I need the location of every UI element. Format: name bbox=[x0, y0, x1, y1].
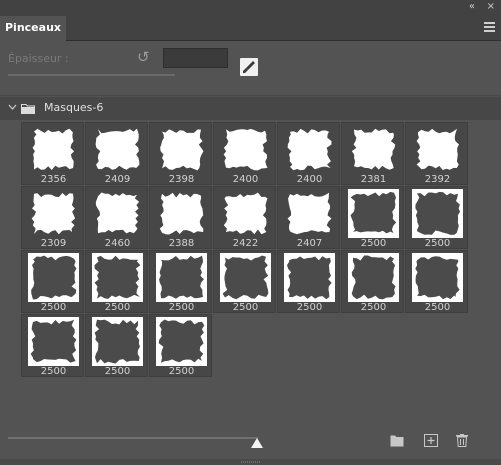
brush-size-label: 2500 bbox=[424, 238, 451, 249]
thickness-slider[interactable] bbox=[8, 74, 175, 76]
brush-tip-preview bbox=[95, 128, 140, 170]
brush-size-label: 2500 bbox=[104, 302, 131, 313]
brush-size-label: 2500 bbox=[232, 302, 259, 313]
brush-tile[interactable]: 2356 bbox=[21, 122, 84, 185]
brush-tip-preview bbox=[220, 253, 271, 302]
brush-size-label: 2460 bbox=[104, 238, 131, 249]
brush-size-label: 2392 bbox=[424, 174, 451, 185]
brush-tile[interactable]: 2392 bbox=[405, 122, 468, 185]
brush-size-label: 2356 bbox=[40, 174, 67, 185]
brush-size-label: 2409 bbox=[104, 174, 131, 185]
brush-tile[interactable]: 2500 bbox=[149, 314, 212, 377]
reset-icon[interactable]: ↺ bbox=[137, 49, 150, 65]
brush-size-label: 2400 bbox=[232, 174, 259, 185]
brush-tile[interactable]: 2409 bbox=[85, 122, 148, 185]
brush-tile[interactable]: 2500 bbox=[21, 314, 84, 377]
brush-tip-preview bbox=[287, 128, 332, 171]
brush-size-label: 2500 bbox=[360, 302, 387, 313]
brush-size-label: 2500 bbox=[40, 302, 67, 313]
brush-tip-preview bbox=[284, 253, 335, 302]
brush-tip-preview bbox=[223, 192, 268, 235]
resize-grip[interactable] bbox=[241, 461, 261, 463]
brush-tip-preview bbox=[412, 189, 463, 238]
brush-tile[interactable]: 2400 bbox=[213, 122, 276, 185]
new-group-icon[interactable] bbox=[390, 434, 404, 447]
brush-tip-preview bbox=[348, 189, 399, 238]
brush-tile[interactable]: 2500 bbox=[149, 250, 212, 313]
brush-tip-preview bbox=[416, 128, 459, 170]
brush-size-label: 2381 bbox=[360, 174, 387, 185]
brush-tip-preview bbox=[159, 192, 204, 235]
brush-tile[interactable]: 2381 bbox=[341, 122, 404, 185]
thickness-input[interactable] bbox=[163, 48, 228, 68]
brush-size-label: 2500 bbox=[104, 366, 131, 377]
brush-tip-preview bbox=[95, 192, 140, 234]
brush-tile[interactable]: 2460 bbox=[85, 186, 148, 249]
chevron-down-icon[interactable] bbox=[8, 103, 17, 112]
brush-tile[interactable]: 2500 bbox=[213, 250, 276, 313]
collapse-panel-icon[interactable]: « bbox=[469, 0, 475, 14]
panel-menu-icon[interactable] bbox=[484, 22, 495, 34]
brush-tip-preview bbox=[92, 253, 143, 302]
brush-tile[interactable]: 2407 bbox=[277, 186, 340, 249]
brush-tip-preview bbox=[28, 317, 79, 366]
brush-tile[interactable]: 2400 bbox=[277, 122, 340, 185]
brush-tile[interactable]: 2500 bbox=[405, 186, 468, 249]
brush-tile[interactable]: 2398 bbox=[149, 122, 212, 185]
brush-tile[interactable]: 2500 bbox=[85, 314, 148, 377]
brush-size-label: 2422 bbox=[232, 238, 259, 249]
brush-tile[interactable]: 2422 bbox=[213, 186, 276, 249]
brush-tile[interactable]: 2500 bbox=[405, 250, 468, 313]
brush-size-label: 2500 bbox=[40, 366, 67, 377]
panel-titlebar: « × bbox=[0, 0, 501, 16]
brush-tip-preview bbox=[223, 128, 268, 171]
brush-tip-preview bbox=[412, 253, 463, 302]
brush-size-label: 2388 bbox=[168, 238, 195, 249]
brush-tile[interactable]: 2500 bbox=[85, 250, 148, 313]
brush-tip-preview bbox=[156, 317, 207, 366]
brush-tip-preview bbox=[351, 128, 396, 170]
brush-tile[interactable]: 2500 bbox=[277, 250, 340, 313]
brush-size-label: 2500 bbox=[296, 302, 323, 313]
close-panel-icon[interactable]: × bbox=[487, 0, 495, 14]
brush-tile[interactable]: 2500 bbox=[21, 250, 84, 313]
brush-group-row[interactable]: Masques-6 bbox=[0, 97, 501, 120]
brush-tile[interactable]: 2309 bbox=[21, 186, 84, 249]
brush-settings-icon[interactable] bbox=[240, 58, 258, 76]
brush-size-label: 2500 bbox=[360, 238, 387, 249]
brush-size-label: 2500 bbox=[168, 302, 195, 313]
brush-tip-preview bbox=[156, 253, 207, 302]
thickness-label: Épaisseur : bbox=[8, 52, 69, 65]
trash-icon[interactable] bbox=[455, 434, 469, 447]
brush-size-label: 2398 bbox=[168, 174, 195, 185]
panel-tabbar: Pinceaux bbox=[0, 16, 501, 41]
brush-tip-preview bbox=[28, 253, 79, 302]
brush-tip-preview bbox=[31, 193, 76, 235]
brush-tile[interactable]: 2500 bbox=[341, 250, 404, 313]
preview-size-slider[interactable] bbox=[8, 437, 258, 439]
brush-group-name: Masques-6 bbox=[44, 101, 104, 114]
brush-tip-preview bbox=[287, 192, 332, 235]
brush-size-label: 2309 bbox=[40, 238, 67, 249]
brush-size-label: 2400 bbox=[296, 174, 323, 185]
brush-tip-preview bbox=[92, 317, 143, 366]
brush-size-label: 2407 bbox=[296, 238, 323, 249]
brush-tip-preview bbox=[160, 129, 204, 171]
folder-icon bbox=[21, 104, 35, 114]
brush-size-label: 2500 bbox=[168, 366, 195, 377]
brush-tip-preview bbox=[32, 128, 75, 170]
tab-pinceaux[interactable]: Pinceaux bbox=[0, 16, 66, 41]
slider-handle[interactable] bbox=[251, 438, 263, 448]
brush-tile[interactable]: 2388 bbox=[149, 186, 212, 249]
brush-size-label: 2500 bbox=[424, 302, 451, 313]
brush-tile[interactable]: 2500 bbox=[341, 186, 404, 249]
section-divider bbox=[0, 95, 501, 96]
brush-tip-preview bbox=[348, 253, 399, 302]
brush-grid: 2356 2409 2398 2400 2400 2381 2392 2309 2460 2388… bbox=[21, 122, 469, 386]
new-brush-icon[interactable] bbox=[424, 434, 438, 447]
